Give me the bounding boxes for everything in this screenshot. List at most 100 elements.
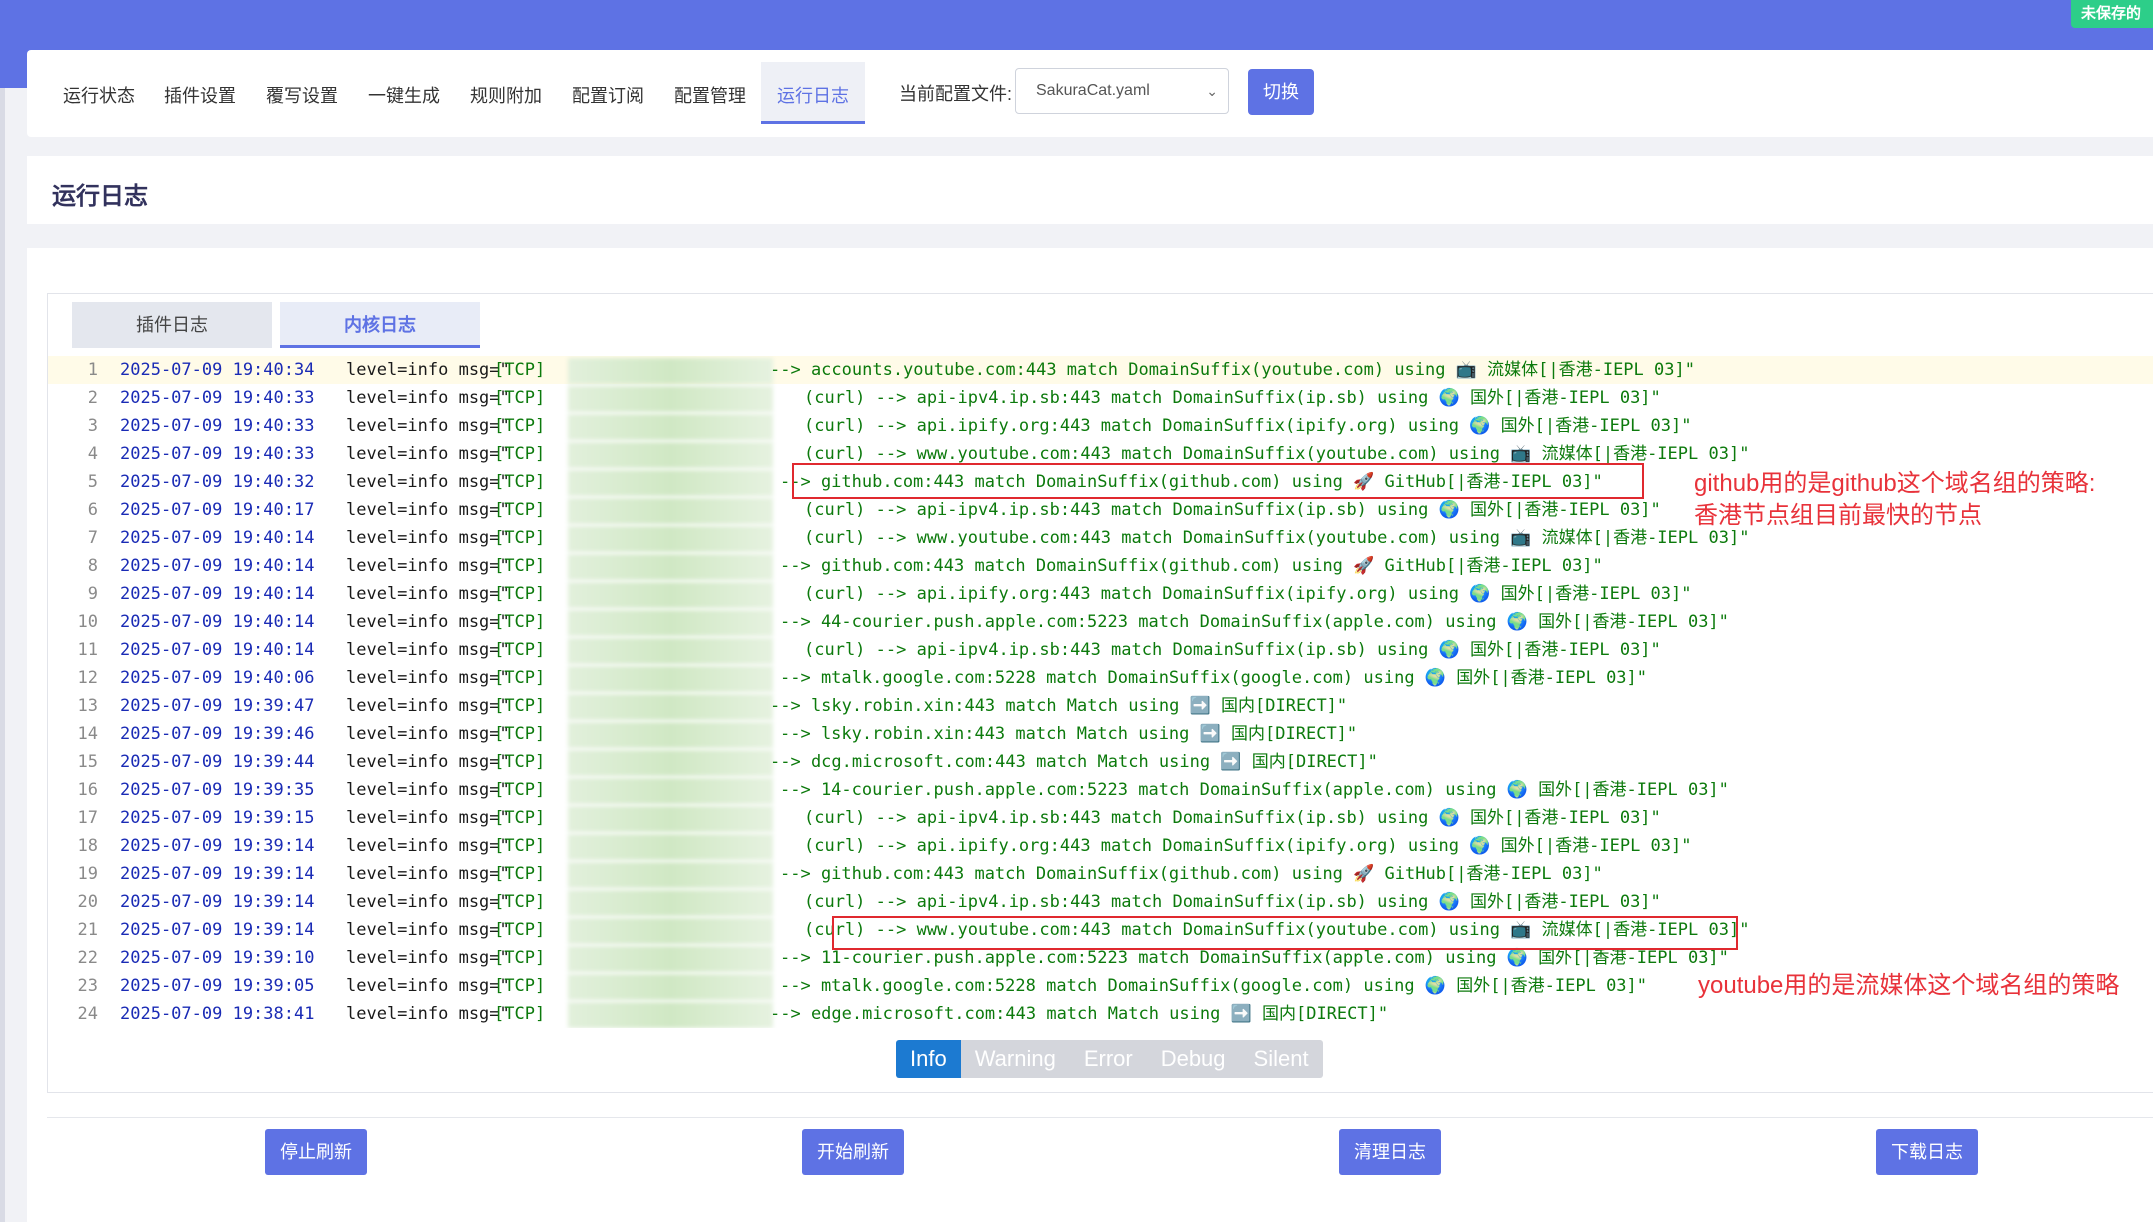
redacted-source (568, 498, 773, 524)
line-number: 11 (77, 640, 98, 660)
line-number: 14 (77, 724, 98, 744)
log-protocol-tag: [TCP] (494, 836, 546, 856)
log-line: 11 2025-07-09 19:40:14 level=info msg=" [TC… (48, 636, 2153, 664)
log-timestamp: 2025-07-09 19:40:33 (120, 416, 315, 436)
line-number: 17 (77, 808, 98, 828)
log-level-text: level=info msg=" (346, 612, 510, 632)
log-protocol-tag: [TCP] (494, 1004, 546, 1024)
line-number: 3 (87, 416, 98, 436)
log-timestamp: 2025-07-09 19:39:14 (120, 892, 315, 912)
log-timestamp: 2025-07-09 19:39:35 (120, 780, 315, 800)
start-refresh-button[interactable]: 开始刷新 (802, 1129, 904, 1175)
log-level-text: level=info msg=" (346, 640, 510, 660)
line-number: 8 (87, 556, 98, 576)
log-message: --> github.com:443 match DomainSuffix(gi… (780, 864, 1603, 884)
log-timestamp: 2025-07-09 19:39:46 (120, 724, 315, 744)
log-message: (curl) --> www.youtube.com:443 match Dom… (804, 528, 1750, 548)
log-level-text: level=info msg=" (346, 500, 510, 520)
config-file-select[interactable]: SakuraCat.yaml ⌄ (1015, 68, 1229, 114)
log-line: 13 2025-07-09 19:39:47 level=info msg=" [TC… (48, 692, 2153, 720)
tab-override-settings[interactable]: 覆写设置 (266, 82, 338, 108)
level-silent-button[interactable]: Silent (1239, 1040, 1323, 1078)
line-number: 5 (87, 472, 98, 492)
line-number: 6 (87, 500, 98, 520)
log-protocol-tag: [TCP] (494, 948, 546, 968)
log-message: --> mtalk.google.com:5228 match DomainSu… (780, 668, 1648, 688)
tab-rule-append[interactable]: 规则附加 (470, 82, 542, 108)
redacted-source (568, 974, 773, 1000)
line-number: 20 (77, 892, 98, 912)
log-line: 3 2025-07-09 19:40:33 level=info msg=" [TCP… (48, 412, 2153, 440)
log-message: (curl) --> api-ipv4.ip.sb:443 match Doma… (804, 388, 1661, 408)
log-message: (curl) --> api-ipv4.ip.sb:443 match Doma… (804, 808, 1661, 828)
tab-config-subscribe[interactable]: 配置订阅 (572, 82, 644, 108)
log-timestamp: 2025-07-09 19:40:32 (120, 472, 315, 492)
log-level-text: level=info msg=" (346, 920, 510, 940)
log-timestamp: 2025-07-09 19:39:05 (120, 976, 315, 996)
tab-config-manage[interactable]: 配置管理 (674, 82, 746, 108)
log-protocol-tag: [TCP] (494, 752, 546, 772)
log-message: --> dcg.microsoft.com:443 match Match us… (770, 752, 1378, 772)
log-level-text: level=info msg=" (346, 360, 510, 380)
log-protocol-tag: [TCP] (494, 724, 546, 744)
log-protocol-tag: [TCP] (494, 780, 546, 800)
log-level-text: level=info msg=" (346, 416, 510, 436)
log-timestamp: 2025-07-09 19:39:15 (120, 808, 315, 828)
stop-refresh-button[interactable]: 停止刷新 (265, 1129, 367, 1175)
log-message: (curl) --> api-ipv4.ip.sb:443 match Doma… (804, 500, 1661, 520)
line-number: 23 (77, 976, 98, 996)
clear-log-button[interactable]: 清理日志 (1339, 1129, 1441, 1175)
level-error-button[interactable]: Error (1069, 1040, 1147, 1078)
tab-run-status[interactable]: 运行状态 (63, 82, 135, 108)
tab-plugin-settings[interactable]: 插件设置 (164, 82, 236, 108)
log-line: 17 2025-07-09 19:39:15 level=info msg=" [TC… (48, 804, 2153, 832)
log-level-group: Info Warning Error Debug Silent (896, 1040, 1323, 1078)
log-message: (curl) --> api-ipv4.ip.sb:443 match Doma… (804, 892, 1661, 912)
level-warning-button[interactable]: Warning (960, 1040, 1070, 1078)
tab-one-click-generate[interactable]: 一键生成 (368, 82, 440, 108)
redacted-source (568, 918, 773, 944)
log-level-text: level=info msg=" (346, 528, 510, 548)
redacted-source (568, 386, 773, 412)
log-line: 16 2025-07-09 19:39:35 level=info msg=" [TC… (48, 776, 2153, 804)
log-level-text: level=info msg=" (346, 864, 510, 884)
line-number: 9 (87, 584, 98, 604)
log-level-text: level=info msg=" (346, 584, 510, 604)
log-level-text: level=info msg=" (346, 696, 510, 716)
download-log-button[interactable]: 下载日志 (1876, 1129, 1978, 1175)
button-divider (47, 1117, 2153, 1118)
log-protocol-tag: [TCP] (494, 696, 546, 716)
level-info-button[interactable]: Info (896, 1040, 961, 1078)
log-protocol-tag: [TCP] (494, 892, 546, 912)
log-protocol-tag: [TCP] (494, 640, 546, 660)
log-line: 9 2025-07-09 19:40:14 level=info msg=" [TCP… (48, 580, 2153, 608)
line-number: 15 (77, 752, 98, 772)
github-highlight-box (792, 463, 1644, 499)
unsaved-badge[interactable]: 未保存的 (2071, 0, 2153, 28)
line-number: 7 (87, 528, 98, 548)
switch-button[interactable]: 切换 (1248, 69, 1314, 115)
log-timestamp: 2025-07-09 19:39:47 (120, 696, 315, 716)
log-protocol-tag: [TCP] (494, 808, 546, 828)
line-number: 10 (77, 612, 98, 632)
log-message: --> 44-courier.push.apple.com:5223 match… (780, 612, 1729, 632)
log-timestamp: 2025-07-09 19:39:14 (120, 920, 315, 940)
tab-plugin-log[interactable]: 插件日志 (72, 302, 272, 348)
log-line: 8 2025-07-09 19:40:14 level=info msg=" [TCP… (48, 552, 2153, 580)
redacted-source (568, 442, 773, 468)
log-protocol-tag: [TCP] (494, 864, 546, 884)
log-level-text: level=info msg=" (346, 444, 510, 464)
page-title: 运行日志 (52, 183, 148, 210)
redacted-source (568, 358, 773, 384)
log-message: (curl) --> api.ipify.org:443 match Domai… (804, 836, 1692, 856)
log-line: 18 2025-07-09 19:39:14 level=info msg=" [TC… (48, 832, 2153, 860)
redacted-source (568, 862, 773, 888)
title-card: 运行日志 (27, 156, 2153, 224)
tab-core-log[interactable]: 内核日志 (280, 302, 480, 348)
log-line: 12 2025-07-09 19:40:06 level=info msg=" [TC… (48, 664, 2153, 692)
level-debug-button[interactable]: Debug (1146, 1040, 1240, 1078)
tab-run-log[interactable]: 运行日志 (761, 62, 865, 124)
log-protocol-tag: [TCP] (494, 500, 546, 520)
log-message: (curl) --> api.ipify.org:443 match Domai… (804, 416, 1692, 436)
log-message: (curl) --> api-ipv4.ip.sb:443 match Doma… (804, 640, 1661, 660)
